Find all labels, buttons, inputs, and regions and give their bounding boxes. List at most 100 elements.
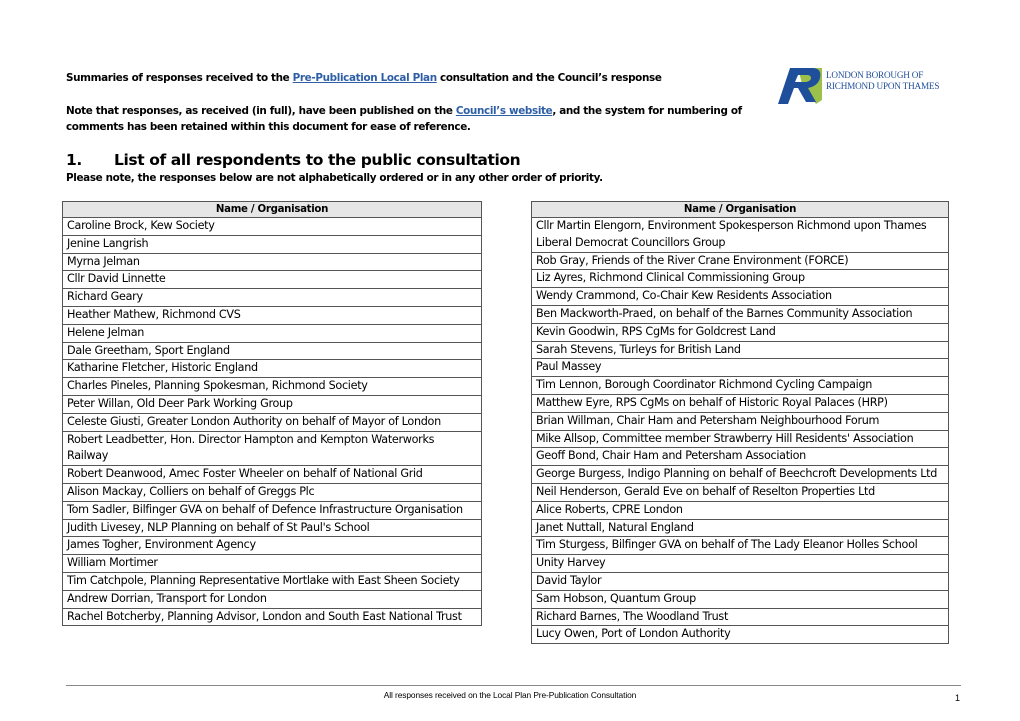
table-row: Caroline Brock, Kew Society bbox=[62, 217, 482, 236]
respondents-table-left-body: Caroline Brock, Kew Society Jenine Langri… bbox=[62, 217, 482, 627]
respondent-name-cell: Richard Geary bbox=[62, 288, 482, 307]
respondent-name-cell: George Burgess, Indigo Planning on behal… bbox=[531, 465, 949, 484]
table-header-row: Name / Organisation bbox=[531, 201, 949, 218]
respondent-name-cell: Sam Hobson, Quantum Group bbox=[531, 589, 949, 609]
table-row: Brian Willman, Chair Ham and Petersham N… bbox=[531, 411, 949, 431]
richmond-r-logo-icon bbox=[778, 68, 822, 104]
section-number: 1. bbox=[66, 151, 82, 169]
respondent-name-cell: Myrna Jelman bbox=[62, 252, 482, 272]
respondents-table-right-body: Cllr Martin Elengorn, Environment Spokes… bbox=[531, 217, 949, 645]
respondent-name-cell: Robert Deanwood, Amec Foster Wheeler on … bbox=[62, 465, 482, 484]
council-name: LONDON BOROUGH OF RICHMOND UPON THAMES bbox=[826, 70, 939, 92]
section-heading: 1. List of all respondents to the public … bbox=[66, 151, 521, 169]
intro-note-text-before: Note that responses, as received (in ful… bbox=[66, 105, 456, 117]
respondent-name-cell: Jenine Langrish bbox=[62, 234, 482, 254]
table-row: Lucy Owen, Port of London Authority bbox=[531, 625, 949, 645]
respondent-name-cell: Cllr David Linnette bbox=[62, 270, 482, 290]
table-row: Alice Roberts, CPRE London bbox=[531, 500, 949, 520]
respondent-name-cell: Neil Henderson, Gerald Eve on behalf of … bbox=[531, 482, 949, 502]
table-row: Geoff Bond, Chair Ham and Petersham Asso… bbox=[531, 447, 949, 467]
table-row: David Taylor bbox=[531, 571, 949, 591]
respondent-name-cell: Richard Barnes, The Woodland Trust bbox=[531, 607, 949, 627]
respondent-name-cell: Peter Willan, Old Deer Park Working Grou… bbox=[62, 394, 482, 414]
councils-website-link[interactable]: Council’s website bbox=[456, 105, 553, 117]
table-row: Paul Massey bbox=[531, 358, 949, 378]
table-row: Helene Jelman bbox=[62, 323, 482, 343]
table-row: Heather Mathew, Richmond CVS bbox=[62, 305, 482, 325]
table-row: William Mortimer bbox=[62, 554, 482, 573]
respondent-name-cell: Tim Catchpole, Planning Representative M… bbox=[62, 571, 482, 591]
respondents-table-right: Name / Organisation Cllr Martin Elengorn… bbox=[531, 201, 949, 645]
respondent-name-cell: Rachel Botcherby, Planning Advisor, Lond… bbox=[62, 607, 482, 627]
respondent-name-cell: Tim Lennon, Borough Coordinator Richmond… bbox=[531, 376, 949, 395]
table-row: Myrna Jelman bbox=[62, 252, 482, 272]
respondent-name-cell: Mike Allsop, Committee member Strawberry… bbox=[531, 429, 949, 449]
table-row: James Togher, Environment Agency bbox=[62, 536, 482, 556]
table-row: Peter Willan, Old Deer Park Working Grou… bbox=[62, 394, 482, 414]
table-row: Sam Hobson, Quantum Group bbox=[531, 589, 949, 609]
table-row: Liz Ayres, Richmond Clinical Commissioni… bbox=[531, 269, 949, 289]
section-title: List of all respondents to the public co… bbox=[114, 151, 521, 169]
respondent-name-cell: Lucy Owen, Port of London Authority bbox=[531, 625, 949, 645]
intro-note-paragraph: Note that responses, as received (in ful… bbox=[66, 103, 766, 135]
table-header-row: Name / Organisation bbox=[62, 201, 482, 218]
respondent-name-cell: Janet Nuttall, Natural England bbox=[531, 518, 949, 538]
respondent-name-cell: Alice Roberts, CPRE London bbox=[531, 500, 949, 520]
respondent-name-cell: Liz Ayres, Richmond Clinical Commissioni… bbox=[531, 269, 949, 289]
respondent-name-cell: Matthew Eyre, RPS CgMs on behalf of Hist… bbox=[531, 393, 949, 413]
respondent-name-cell: Unity Harvey bbox=[531, 554, 949, 573]
table-row: Charles Pineles, Planning Spokesman, Ric… bbox=[62, 377, 482, 396]
respondent-name-cell: Brian Willman, Chair Ham and Petersham N… bbox=[531, 411, 949, 431]
table-row: Tim Catchpole, Planning Representative M… bbox=[62, 571, 482, 591]
respondent-name-cell: Kevin Goodwin, RPS CgMs for Goldcrest La… bbox=[531, 322, 949, 342]
table-row: Cllr Martin Elengorn, Environment Spokes… bbox=[531, 217, 949, 253]
respondent-name-cell: Judith Livesey, NLP Planning on behalf o… bbox=[62, 518, 482, 538]
table-row: Rob Gray, Friends of the River Crane Env… bbox=[531, 251, 949, 271]
table-row: Robert Leadbetter, Hon. Director Hampton… bbox=[62, 430, 482, 467]
table-row: George Burgess, Indigo Planning on behal… bbox=[531, 465, 949, 484]
table-row: Rachel Botcherby, Planning Advisor, Lond… bbox=[62, 607, 482, 627]
council-name-line-1: LONDON BOROUGH OF bbox=[826, 70, 924, 80]
table-row: Ben Mackworth-Praed, on behalf of the Ba… bbox=[531, 304, 949, 324]
table-row: Tim Sturgess, Bilfinger GVA on behalf of… bbox=[531, 536, 949, 556]
table-row: Matthew Eyre, RPS CgMs on behalf of Hist… bbox=[531, 393, 949, 413]
respondent-name-cell: Tom Sadler, Bilfinger GVA on behalf of D… bbox=[62, 500, 482, 520]
intro-summary-line: Summaries of responses received to the P… bbox=[66, 70, 662, 86]
table-row: Kevin Goodwin, RPS CgMs for Goldcrest La… bbox=[531, 322, 949, 342]
page-number: 1 bbox=[955, 693, 961, 703]
respondent-name-cell: Sarah Stevens, Turleys for British Land bbox=[531, 340, 949, 360]
respondent-name-cell: James Togher, Environment Agency bbox=[62, 536, 482, 556]
respondent-name-cell: Celeste Giusti, Greater London Authority… bbox=[62, 412, 482, 432]
pre-publication-local-plan-link[interactable]: Pre-Publication Local Plan bbox=[293, 72, 437, 84]
section-note: Please note, the responses below are not… bbox=[66, 172, 603, 184]
table-row: Richard Geary bbox=[62, 288, 482, 307]
table-row: Unity Harvey bbox=[531, 554, 949, 573]
table-row: Robert Deanwood, Amec Foster Wheeler on … bbox=[62, 465, 482, 484]
respondent-name-cell: Andrew Dorrian, Transport for London bbox=[62, 589, 482, 609]
council-name-line-2: RICHMOND UPON THAMES bbox=[826, 81, 940, 91]
table-row: Judith Livesey, NLP Planning on behalf o… bbox=[62, 518, 482, 538]
table-row: Wendy Crammond, Co-Chair Kew Residents A… bbox=[531, 287, 949, 306]
footer-text: All responses received on the Local Plan… bbox=[383, 690, 637, 700]
respondent-name-cell: Helene Jelman bbox=[62, 323, 482, 343]
respondent-name-cell: Paul Massey bbox=[531, 358, 949, 378]
respondent-name-cell: William Mortimer bbox=[62, 554, 482, 573]
table-row: Jenine Langrish bbox=[62, 234, 482, 254]
respondent-name-cell: Charles Pineles, Planning Spokesman, Ric… bbox=[62, 377, 482, 396]
table-row: Tim Lennon, Borough Coordinator Richmond… bbox=[531, 376, 949, 395]
respondent-name-cell: Caroline Brock, Kew Society bbox=[62, 217, 482, 236]
table-row: Richard Barnes, The Woodland Trust bbox=[531, 607, 949, 627]
respondents-table-left: Name / Organisation Caroline Brock, Kew … bbox=[62, 201, 482, 627]
table-row: Alison Mackay, Colliers on behalf of Gre… bbox=[62, 482, 482, 502]
column-header-name-organisation: Name / Organisation bbox=[62, 201, 482, 218]
table-row: Tom Sadler, Bilfinger GVA on behalf of D… bbox=[62, 500, 482, 520]
respondent-name-cell: Geoff Bond, Chair Ham and Petersham Asso… bbox=[531, 447, 949, 467]
table-row: Dale Greetham, Sport England bbox=[62, 341, 482, 361]
intro-summary-text-after: consultation and the Council’s response bbox=[436, 72, 662, 84]
respondent-name-cell: Wendy Crammond, Co-Chair Kew Residents A… bbox=[531, 287, 949, 306]
table-row: Neil Henderson, Gerald Eve on behalf of … bbox=[531, 482, 949, 502]
table-row: Janet Nuttall, Natural England bbox=[531, 518, 949, 538]
respondent-name-cell: Alison Mackay, Colliers on behalf of Gre… bbox=[62, 482, 482, 502]
respondent-name-cell: Heather Mathew, Richmond CVS bbox=[62, 305, 482, 325]
column-header-name-organisation: Name / Organisation bbox=[531, 201, 949, 218]
